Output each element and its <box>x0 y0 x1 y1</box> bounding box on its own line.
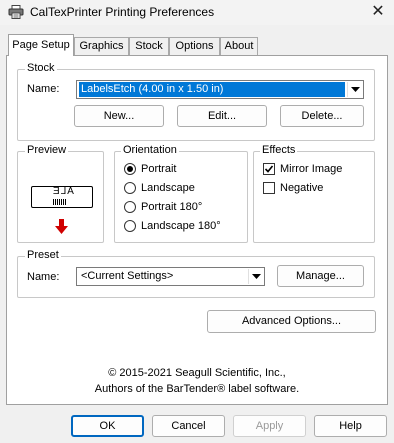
title-bar[interactable]: CalTexPrinter Printing Preferences ✕ <box>0 0 394 25</box>
effects-group-title: Effects <box>260 144 298 156</box>
orientation-group-title: Orientation <box>121 144 179 156</box>
negative-checkbox[interactable] <box>263 182 275 194</box>
advanced-options-button[interactable]: Advanced Options... <box>207 310 376 333</box>
stock-name-value: LabelsEtch (4.00 in x 1.50 in) <box>79 82 345 97</box>
help-button[interactable]: Help <box>314 415 387 437</box>
orientation-portrait-radio[interactable] <box>124 163 136 175</box>
window-title: CalTexPrinter Printing Preferences <box>30 5 215 19</box>
negative-label[interactable]: Negative <box>280 182 323 194</box>
stock-edit-button[interactable]: Edit... <box>177 105 267 127</box>
preset-manage-button[interactable]: Manage... <box>277 265 364 287</box>
apply-button[interactable]: Apply <box>233 415 306 437</box>
orientation-portrait-180-radio[interactable] <box>124 201 136 213</box>
orientation-portrait-180-label[interactable]: Portrait 180° <box>141 201 202 213</box>
mirror-image-checkbox[interactable] <box>263 163 275 175</box>
preview-group-title: Preview <box>25 144 69 156</box>
stock-name-label: Name: <box>27 83 60 95</box>
ok-button[interactable]: OK <box>71 415 144 437</box>
preset-name-label: Name: <box>27 271 60 283</box>
stock-delete-button[interactable]: Delete... <box>280 105 364 127</box>
label-preview-text: ALE <box>52 186 74 197</box>
label-preview: ALE <box>31 186 93 208</box>
stock-new-button[interactable]: New... <box>74 105 164 127</box>
chevron-down-icon[interactable] <box>347 82 362 97</box>
printer-icon <box>8 5 24 19</box>
tab-graphics[interactable]: Graphics <box>74 37 129 55</box>
preset-name-select[interactable]: <Current Settings> <box>76 267 265 286</box>
orientation-landscape-180-radio[interactable] <box>124 220 136 232</box>
mirror-image-label[interactable]: Mirror Image <box>280 163 342 175</box>
orientation-landscape-label[interactable]: Landscape <box>141 182 195 194</box>
cancel-button[interactable]: Cancel <box>152 415 225 437</box>
stock-group-title: Stock <box>25 62 57 74</box>
arrow-down-icon <box>55 219 68 237</box>
authors-text: Authors of the BarTender® label software… <box>94 383 300 395</box>
preset-group-title: Preset <box>25 249 61 261</box>
tab-stock[interactable]: Stock <box>129 37 169 55</box>
orientation-landscape-180-label[interactable]: Landscape 180° <box>141 220 221 232</box>
chevron-down-icon[interactable] <box>248 269 263 284</box>
orientation-portrait-label[interactable]: Portrait <box>141 163 176 175</box>
copyright-text: © 2015-2021 Seagull Scientific, Inc., <box>108 367 286 379</box>
tab-panel-page-setup: Stock Name: LabelsEtch (4.00 in x 1.50 i… <box>6 55 388 405</box>
tab-options[interactable]: Options <box>169 37 220 55</box>
stock-name-select[interactable]: LabelsEtch (4.00 in x 1.50 in) <box>76 80 364 99</box>
orientation-landscape-radio[interactable] <box>124 182 136 194</box>
tab-about[interactable]: About <box>220 37 258 55</box>
close-icon[interactable]: ✕ <box>362 0 394 25</box>
preset-name-value: <Current Settings> <box>81 270 174 282</box>
tab-page-setup[interactable]: Page Setup <box>8 34 74 56</box>
barcode-icon <box>53 199 67 205</box>
